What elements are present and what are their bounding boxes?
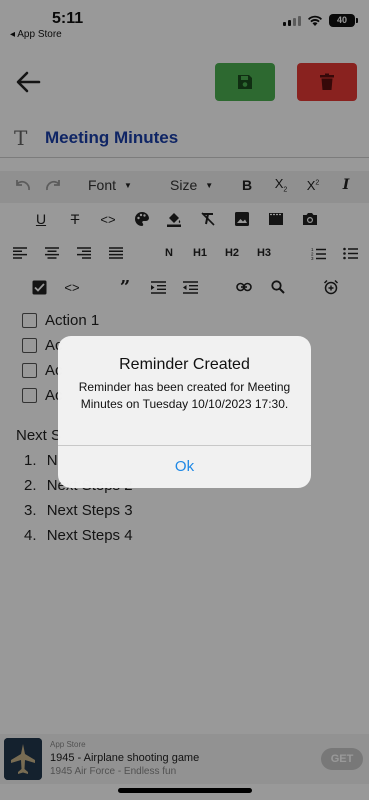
ok-button[interactable]: Ok [58, 446, 311, 488]
reminder-dialog: Reminder Created Reminder has been creat… [58, 336, 311, 488]
dialog-title: Reminder Created [119, 356, 250, 373]
dialog-message: Reminder has been created for Meeting Mi… [78, 380, 291, 411]
home-indicator[interactable] [118, 788, 252, 793]
